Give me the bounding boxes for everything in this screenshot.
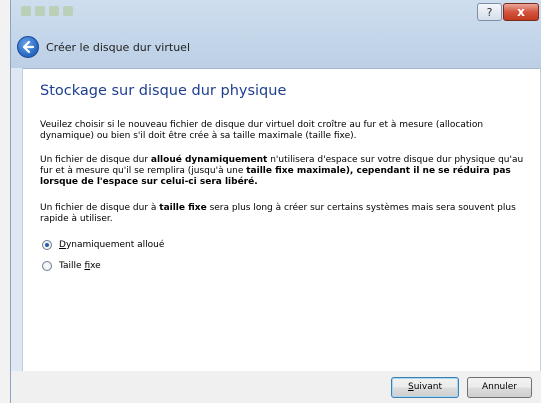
accelerator-key: D xyxy=(59,240,66,250)
wizard-content: Stockage sur disque dur physique Veuilez… xyxy=(22,68,541,371)
back-arrow-icon xyxy=(22,40,35,54)
paragraph-bold-text: taille fixe xyxy=(159,203,207,213)
wizard-title: Créer le disque dur virtuel xyxy=(46,41,190,54)
title-bar-ghost-icons xyxy=(21,0,141,22)
description-paragraph-1: Veuilez choisir si le nouveau fichier de… xyxy=(40,120,484,141)
paragraph-text: Un fichier de disque dur à xyxy=(40,203,160,213)
description-paragraph-2: Un fichier de disque dur alloué dynamiqu… xyxy=(40,155,536,188)
radio-label: Dynamiquement alloué xyxy=(59,240,164,250)
radio-label-rest: ynamiquement alloué xyxy=(65,240,165,250)
radio-label: Taille fixe xyxy=(59,261,101,271)
ghost-icon xyxy=(35,6,45,16)
wizard-window: ? x Créer le disque dur virtuel Stockage… xyxy=(10,0,541,403)
radio-button-unchecked[interactable] xyxy=(42,261,52,271)
radio-fixed-size[interactable]: Taille fixe xyxy=(42,259,101,273)
back-button[interactable] xyxy=(17,36,39,58)
paragraph-bold-text: alloué dynamiquement xyxy=(150,155,268,165)
next-button-label: uivant xyxy=(413,382,442,392)
paragraph-text: Un fichier de disque dur xyxy=(40,155,151,165)
button-bar: Suivant Annuler xyxy=(11,371,541,403)
radio-button-checked[interactable] xyxy=(42,240,52,250)
ghost-icon xyxy=(21,6,31,16)
ghost-icon xyxy=(49,6,59,16)
ghost-icon xyxy=(63,6,73,16)
cancel-button[interactable]: Annuler xyxy=(467,377,532,398)
help-button[interactable]: ? xyxy=(477,3,502,21)
desktop-background xyxy=(0,0,10,403)
radio-dynamic-allocation[interactable]: Dynamiquement alloué xyxy=(42,238,164,252)
page-heading: Stockage sur disque dur physique xyxy=(40,83,287,99)
next-button[interactable]: Suivant xyxy=(391,377,459,398)
radio-label-prefix: Taille xyxy=(59,261,85,271)
title-bar: ? x Créer le disque dur virtuel xyxy=(11,0,541,68)
radio-label-rest: ixe xyxy=(90,261,101,271)
description-paragraph-3: Un fichier de disque dur à taille fixe s… xyxy=(40,203,536,225)
close-button[interactable]: x xyxy=(503,3,539,21)
